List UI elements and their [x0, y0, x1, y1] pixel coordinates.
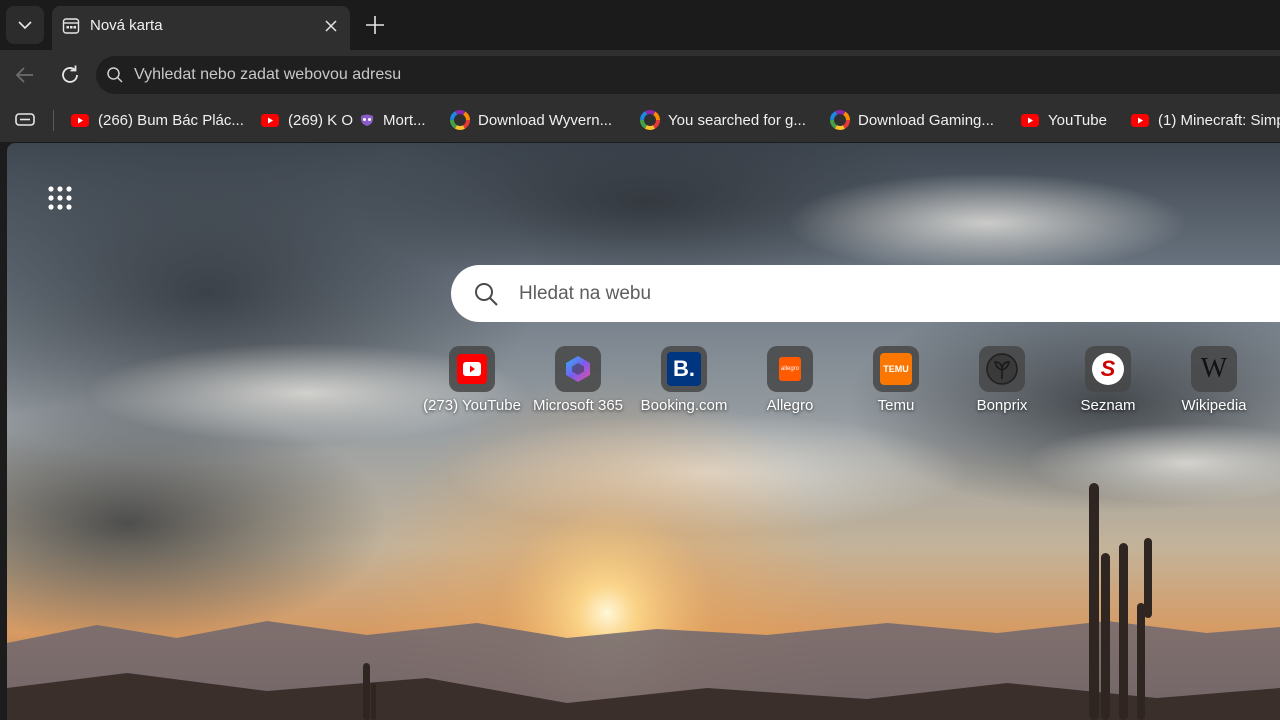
tab-actions-button[interactable] — [6, 6, 44, 44]
quick-link-tile: W — [1191, 346, 1237, 392]
favorite-label: (266) Bum Bác Plác... — [98, 111, 244, 129]
favorites-divider — [53, 110, 54, 131]
toolbar — [0, 50, 1280, 100]
tab-title: Nová karta — [90, 17, 163, 34]
youtube-icon — [1021, 114, 1039, 127]
quick-link-temu[interactable]: TEMU Temu — [843, 346, 949, 418]
quick-link-booking[interactable]: B. Booking.com — [631, 346, 737, 418]
youtube-icon — [457, 354, 487, 384]
quick-link-label: Microsoft 365 — [532, 397, 624, 414]
quick-link-tile: S — [1085, 346, 1131, 392]
quick-link-wikipedia[interactable]: W Wikipedia — [1161, 346, 1267, 418]
seznam-icon: S — [1092, 353, 1124, 385]
favorite-label: Download Gaming... — [858, 111, 994, 129]
favorite-label: You searched for g... — [668, 111, 806, 129]
quick-link-tile — [979, 346, 1025, 392]
youtube-icon — [1131, 114, 1149, 127]
favorite-item[interactable]: (1) Minecraft: Simp — [1130, 106, 1280, 134]
quick-link-label: Wikipedia — [1181, 397, 1247, 414]
quick-link-label: Seznam — [1080, 397, 1136, 414]
favorite-item[interactable]: Download Wyvern... — [450, 106, 612, 134]
temu-icon: TEMU — [880, 353, 912, 385]
refresh-icon[interactable] — [58, 63, 82, 87]
mask-icon — [360, 114, 374, 126]
quick-link-label: Bonprix — [976, 397, 1028, 414]
quick-link-label: Booking.com — [640, 397, 728, 414]
address-bar[interactable] — [96, 56, 1280, 94]
quick-link-label: Temu — [877, 397, 915, 414]
quick-link-bonprix[interactable]: Bonprix — [949, 346, 1055, 418]
temu-icon-text: TEMU — [883, 364, 909, 374]
favorites-bar: (266) Bum Bác Plác... (269) K O Mort... … — [0, 100, 1280, 142]
favorite-label: Mort... — [383, 111, 426, 129]
quick-link-tile: B. — [661, 346, 707, 392]
close-icon[interactable] — [322, 17, 340, 35]
quick-link-seznam[interactable]: S Seznam — [1055, 346, 1161, 418]
address-input[interactable] — [134, 56, 1234, 94]
new-tab-plus-icon[interactable] — [362, 12, 388, 38]
allegro-icon-text: allegro — [780, 366, 799, 372]
bonprix-icon — [986, 353, 1018, 385]
favorite-label: (269) K O — [288, 111, 354, 129]
new-tab-page-icon — [62, 18, 80, 34]
quick-link-allegro[interactable]: allegro Allegro — [737, 346, 843, 418]
seznam-icon-text: S — [1100, 356, 1116, 381]
quick-link-tile: allegro — [767, 346, 813, 392]
tab-strip: Nová karta — [0, 0, 1280, 50]
booking-icon: B. — [667, 352, 701, 386]
favorite-item[interactable]: Download Gaming... — [830, 106, 994, 134]
quick-link-tile — [449, 346, 495, 392]
favorite-label: YouTube — [1048, 111, 1107, 129]
quick-link-youtube[interactable]: (273) YouTube — [419, 346, 525, 418]
youtube-icon — [261, 114, 279, 127]
allegro-icon: allegro — [779, 357, 801, 381]
quick-link-tile — [555, 346, 601, 392]
microsoft365-icon — [566, 356, 590, 382]
wikipedia-icon: W — [1197, 352, 1231, 386]
favorite-item[interactable]: (266) Bum Bác Plác... — [70, 106, 244, 134]
favorite-item[interactable]: (269) K O Mort... — [260, 106, 426, 134]
favorite-label: (1) Minecraft: Simp — [1158, 111, 1280, 129]
quick-link-microsoft-365[interactable]: Microsoft 365 — [525, 346, 631, 418]
wikipedia-icon-text: W — [1200, 353, 1228, 384]
quick-link-label: Allegro — [766, 397, 814, 414]
collections-icon[interactable] — [14, 110, 36, 130]
favorite-label: Download Wyvern... — [478, 111, 613, 129]
colorwheel-icon — [450, 110, 470, 130]
booking-icon-text: B. — [673, 356, 695, 381]
quick-link-tile: TEMU — [873, 346, 919, 392]
chevron-down-icon — [18, 21, 32, 30]
back-arrow-icon[interactable] — [13, 63, 37, 87]
favorite-item[interactable]: You searched for g... — [640, 106, 806, 134]
colorwheel-icon — [640, 110, 660, 130]
quick-link-label: (273) YouTube — [423, 397, 521, 414]
colorwheel-icon — [830, 110, 850, 130]
favorite-item[interactable]: YouTube — [1020, 106, 1107, 134]
quick-links: (273) YouTube Microsoft 365 B. Booking.c… — [7, 143, 1280, 720]
search-icon — [107, 67, 123, 83]
new-tab-page: (273) YouTube Microsoft 365 — [7, 143, 1280, 720]
tab-new-tab[interactable]: Nová karta — [52, 6, 350, 50]
youtube-icon — [71, 114, 89, 127]
